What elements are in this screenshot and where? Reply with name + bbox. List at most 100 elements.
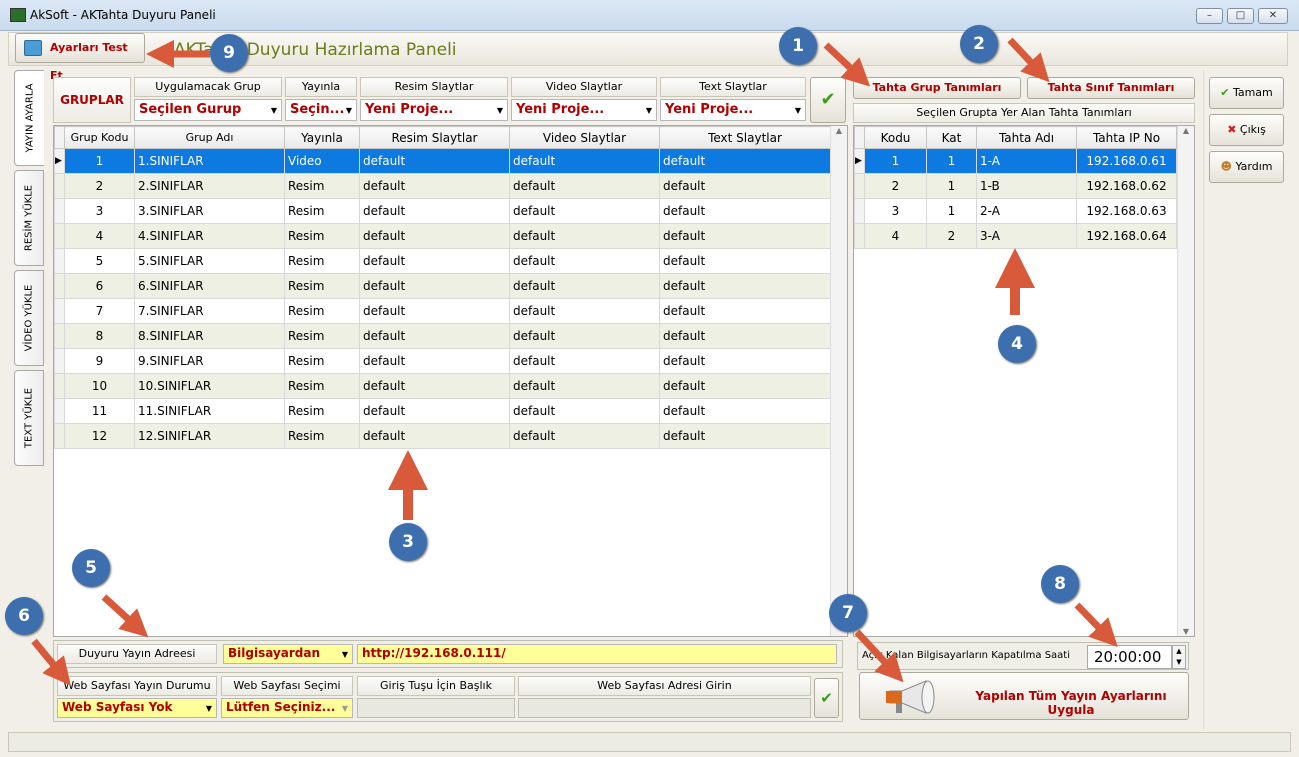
yardim-button[interactable]: ☻ Yardım	[1209, 151, 1284, 183]
row-selector[interactable]	[54, 173, 65, 199]
table-cell[interactable]: 1-B	[976, 173, 1077, 199]
table-cell[interactable]: 1	[926, 173, 977, 199]
table-row[interactable]: 6 6.SINIFLAR Resim default default default	[54, 273, 831, 299]
table-cell[interactable]: default	[509, 373, 660, 399]
table-cell[interactable]: default	[509, 298, 660, 324]
table-cell[interactable]: default	[509, 348, 660, 374]
table-cell[interactable]: default	[509, 398, 660, 424]
table-cell[interactable]: default	[509, 198, 660, 224]
table-cell[interactable]: Resim	[284, 323, 360, 349]
tab-text-yukle[interactable]: TEXT YÜKLE	[14, 370, 44, 466]
table-cell[interactable]: 1.SINIFLAR	[134, 148, 285, 174]
table-cell[interactable]: 4.SINIFLAR	[134, 223, 285, 249]
row-selector[interactable]	[54, 398, 65, 424]
row-selector[interactable]	[54, 198, 65, 224]
tab-resim-yukle[interactable]: RESİM YÜKLE	[14, 170, 44, 266]
col-header[interactable]: Kat	[926, 126, 977, 149]
row-selector[interactable]	[854, 173, 865, 199]
row-selector[interactable]: ▶	[54, 148, 65, 174]
col-header[interactable]: Kodu	[864, 126, 927, 149]
table-cell[interactable]: default	[359, 248, 510, 274]
table-cell[interactable]: 5.SINIFLAR	[134, 248, 285, 274]
table-cell[interactable]: default	[359, 373, 510, 399]
table-cell[interactable]: default	[659, 223, 831, 249]
row-selector[interactable]	[54, 323, 65, 349]
row-selector[interactable]	[54, 373, 65, 399]
table-cell[interactable]: default	[509, 273, 660, 299]
table-cell[interactable]: Resim	[284, 348, 360, 374]
shutdown-time-input[interactable]: 20:00:00	[1087, 645, 1172, 669]
tab-yayin-ayarla[interactable]: YAYIN AYARLA	[14, 70, 44, 166]
row-selector[interactable]: ▶	[854, 148, 865, 174]
table-cell[interactable]: Resim	[284, 373, 360, 399]
table-cell[interactable]: Resim	[284, 298, 360, 324]
col-header[interactable]: Video Slaytlar	[509, 126, 660, 149]
table-cell[interactable]: default	[659, 198, 831, 224]
row-selector[interactable]	[54, 223, 65, 249]
table-cell[interactable]: 4	[864, 223, 927, 249]
table-cell[interactable]: default	[359, 398, 510, 424]
table-cell[interactable]: 2	[64, 173, 135, 199]
tahta-sinif-button[interactable]: Tahta Sınıf Tanımları	[1027, 77, 1195, 99]
row-selector[interactable]	[54, 298, 65, 324]
table-cell[interactable]: Resim	[284, 423, 360, 449]
confirm-web-button[interactable]: ✔	[814, 678, 839, 718]
table-row[interactable]: 5 5.SINIFLAR Resim default default default	[54, 248, 831, 274]
row-selector[interactable]	[54, 273, 65, 299]
row-selector[interactable]	[854, 223, 865, 249]
table-cell[interactable]: Resim	[284, 248, 360, 274]
table-cell[interactable]: default	[359, 423, 510, 449]
row-selector[interactable]	[54, 423, 65, 449]
table-cell[interactable]: 2-A	[976, 198, 1077, 224]
table-cell[interactable]: default	[659, 323, 831, 349]
table-cell[interactable]: Resim	[284, 273, 360, 299]
scroll-up-icon[interactable]: ▲	[831, 126, 847, 135]
table-row[interactable]: 12 12.SINIFLAR Resim default default default	[54, 423, 831, 449]
table-row[interactable]: 4 2 3-A 192.168.0.64	[854, 223, 1177, 249]
table-cell[interactable]: 9	[64, 348, 135, 374]
table-cell[interactable]: 12	[64, 423, 135, 449]
table-cell[interactable]: default	[509, 323, 660, 349]
table-cell[interactable]: 1-A	[976, 148, 1077, 174]
source-select[interactable]: Bilgisayardan ▼	[223, 644, 353, 664]
table-cell[interactable]: Resim	[284, 173, 360, 199]
yayinla-select[interactable]: Seçin... ▼	[285, 99, 357, 121]
tab-video-yukle[interactable]: VİDEO YÜKLE	[14, 270, 44, 366]
table-cell[interactable]: 11	[64, 398, 135, 424]
table-row[interactable]: ▶ 1 1.SINIFLAR Video default default default	[54, 148, 831, 174]
table-cell[interactable]: 1	[926, 148, 977, 174]
col-header[interactable]: Grup Adı	[134, 126, 285, 149]
table-row[interactable]: 7 7.SINIFLAR Resim default default default	[54, 298, 831, 324]
table-cell[interactable]: 3-A	[976, 223, 1077, 249]
table-cell[interactable]: 7.SINIFLAR	[134, 298, 285, 324]
table-cell[interactable]: default	[359, 198, 510, 224]
table-cell[interactable]: default	[509, 248, 660, 274]
row-selector[interactable]	[854, 198, 865, 224]
table-cell[interactable]: 1	[926, 198, 977, 224]
table-row[interactable]: 2 2.SINIFLAR Resim default default default	[54, 173, 831, 199]
table-cell[interactable]: 5	[64, 248, 135, 274]
table-cell[interactable]: 10.SINIFLAR	[134, 373, 285, 399]
baslik-input[interactable]	[357, 698, 515, 718]
table-cell[interactable]: 4	[64, 223, 135, 249]
table-cell[interactable]: default	[359, 148, 510, 174]
close-icon[interactable]: ✕	[1258, 8, 1288, 24]
scroll-up-icon[interactable]: ▲	[1178, 126, 1194, 135]
table-cell[interactable]: 10	[64, 373, 135, 399]
col-header[interactable]: Grup Kodu	[64, 126, 135, 149]
table-cell[interactable]: 3	[64, 198, 135, 224]
table-cell[interactable]: 8.SINIFLAR	[134, 323, 285, 349]
table-cell[interactable]: default	[509, 423, 660, 449]
cikis-button[interactable]: ✖ Çıkış	[1209, 114, 1284, 146]
table-row[interactable]: 10 10.SINIFLAR Resim default default default	[54, 373, 831, 399]
col-header[interactable]: Text Slaytlar	[659, 126, 831, 149]
table-row[interactable]: 9 9.SINIFLAR Resim default default default	[54, 348, 831, 374]
table-cell[interactable]: default	[509, 223, 660, 249]
table-cell[interactable]: default	[359, 173, 510, 199]
time-spinner[interactable]: ▲ ▼	[1172, 645, 1186, 669]
resim-select[interactable]: Yeni Proje... ▼	[360, 99, 508, 121]
table-cell[interactable]: 12.SINIFLAR	[134, 423, 285, 449]
web-adresi-input[interactable]	[518, 698, 811, 718]
table-cell[interactable]: 1	[864, 148, 927, 174]
table-cell[interactable]: 192.168.0.62	[1076, 173, 1177, 199]
